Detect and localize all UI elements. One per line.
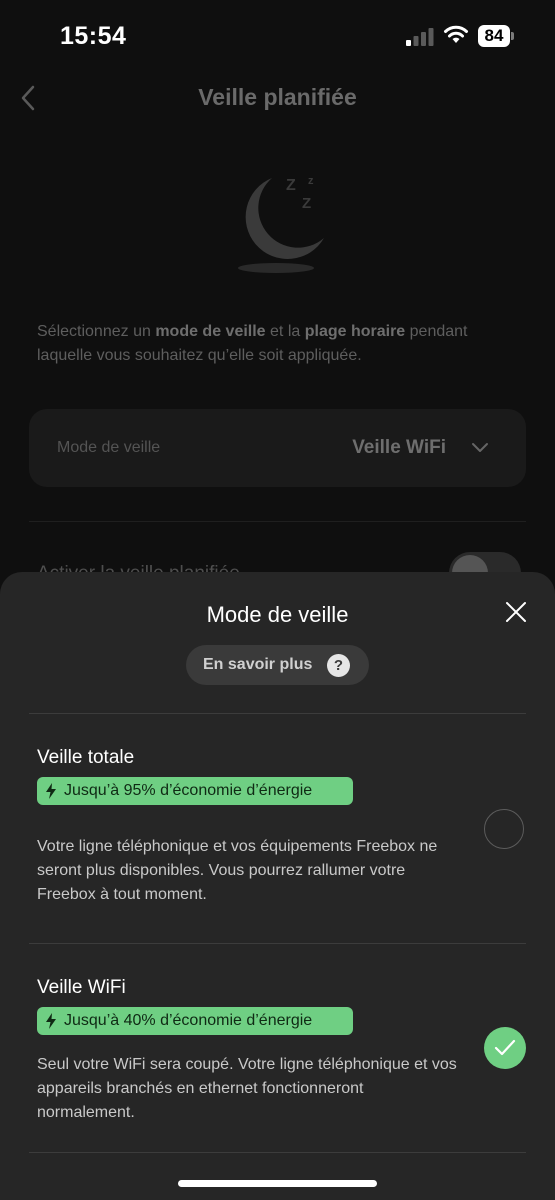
option-description: Seul votre WiFi sera coupé. Votre ligne …	[37, 1056, 457, 1121]
cellular-signal-icon	[406, 28, 434, 46]
lightning-bolt-icon	[46, 1013, 56, 1029]
check-icon	[494, 1039, 516, 1056]
close-icon[interactable]	[504, 600, 528, 624]
battery-icon: 84	[478, 25, 514, 47]
learn-more-label: En savoir plus	[203, 656, 313, 673]
svg-text:z: z	[308, 175, 314, 187]
wifi-icon	[444, 25, 468, 43]
chevron-down-icon	[472, 443, 488, 452]
battery-tip	[511, 32, 514, 40]
energy-saving-badge: Jusqu’à 40% d’économie d’énergie	[37, 1007, 353, 1035]
energy-saving-badge: Jusqu’à 95% d’économie d’énergie	[37, 777, 353, 805]
lightning-bolt-icon	[46, 783, 56, 799]
status-bar: 15:54 84	[0, 0, 555, 74]
option-radio-unchecked[interactable]	[484, 809, 524, 849]
intro-text: Sélectionnez un mode de veille et la pla…	[37, 323, 468, 364]
sleep-mode-value: Veille WiFi	[352, 437, 446, 458]
sleep-mode-label: Mode de veille	[57, 439, 161, 456]
sleep-mode-selector[interactable]: Mode de veille Veille WiFi	[29, 409, 526, 487]
divider	[29, 521, 526, 522]
svg-text:Z: Z	[286, 177, 296, 194]
sleep-mode-sheet: Mode de veille En savoir plus ? Veille t…	[0, 572, 555, 1200]
page-title: Veille planifiée	[198, 84, 357, 110]
energy-saving-text: Jusqu’à 40% d’économie d’énergie	[64, 1012, 313, 1029]
energy-saving-text: Jusqu’à 95% d’économie d’énergie	[64, 782, 313, 799]
divider	[29, 943, 526, 944]
moon-sleep-icon: Z z Z	[238, 175, 324, 273]
svg-text:Z: Z	[302, 195, 311, 212]
divider	[29, 713, 526, 714]
option-radio-checked[interactable]	[484, 1027, 526, 1069]
option-description: Votre ligne téléphonique et vos équipeme…	[37, 838, 438, 903]
option-title: Veille WiFi	[37, 977, 126, 998]
sheet-title: Mode de veille	[206, 602, 349, 627]
learn-more-button[interactable]: En savoir plus ?	[186, 645, 369, 685]
question-icon: ?	[327, 654, 350, 677]
divider	[29, 1152, 526, 1153]
screen: Veille planifiée Z z Z Sélectionnez un m…	[0, 0, 555, 1200]
home-indicator	[178, 1180, 377, 1187]
battery-level: 84	[484, 26, 504, 45]
option-title: Veille totale	[37, 747, 135, 768]
status-time: 15:54	[60, 22, 127, 50]
